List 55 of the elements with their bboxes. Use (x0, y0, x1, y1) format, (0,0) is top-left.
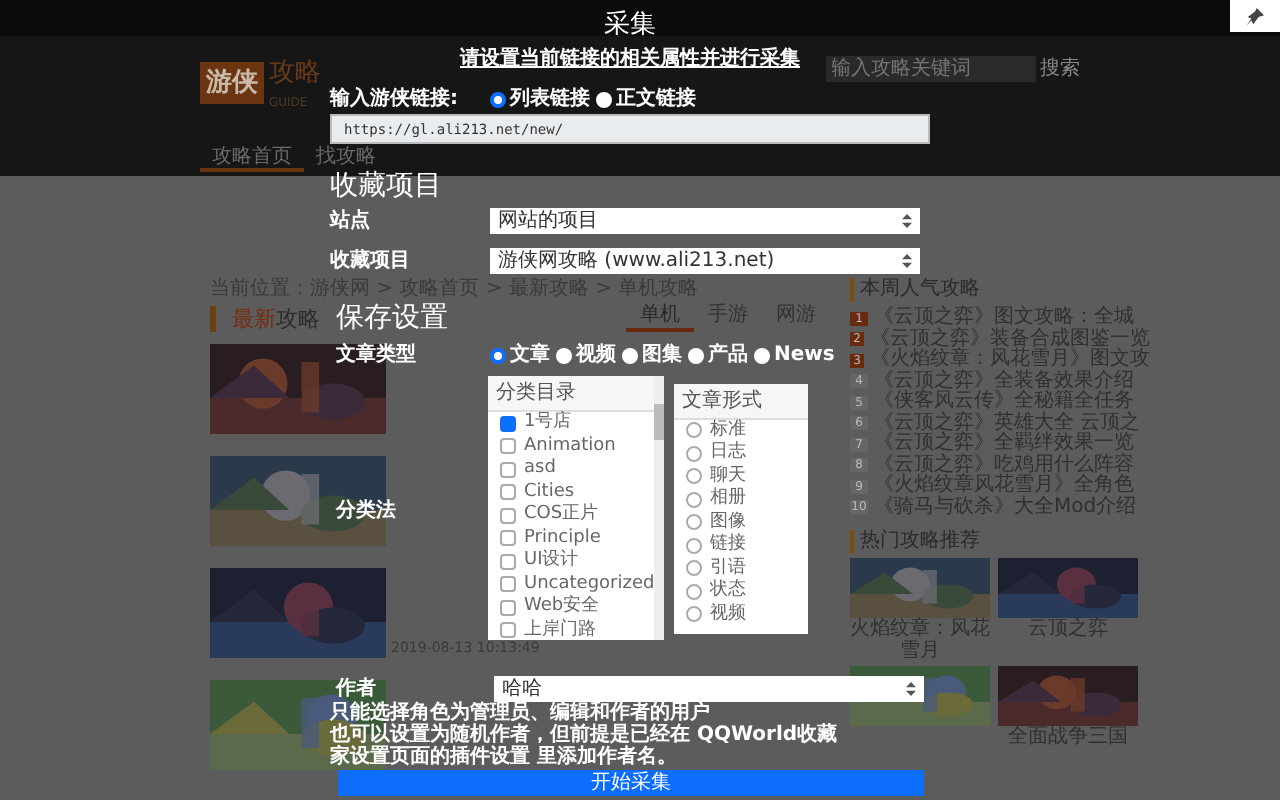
category-checkbox[interactable]: Animation (488, 435, 655, 458)
radio-option[interactable]: 正文链接 (596, 86, 696, 112)
select-field[interactable]: 网站的项目 (490, 208, 920, 234)
pin-button[interactable] (1230, 0, 1280, 32)
caret-icon (902, 254, 912, 268)
start-button[interactable]: 开始采集 (338, 769, 924, 796)
caret-icon (906, 682, 916, 696)
format-radio[interactable]: 引语 (674, 557, 808, 580)
radio-option[interactable]: 文章 (490, 342, 550, 368)
dialog-subtitle: 请设置当前链接的相关属性并进行采集 (460, 48, 800, 72)
format-radio[interactable]: 日志 (674, 442, 808, 465)
panel-header: 分类目录 (488, 376, 655, 412)
nav-tab[interactable]: 攻略首页 (200, 146, 304, 172)
field-label: 收藏项目 (330, 248, 412, 274)
section-heading: 收藏项目 (330, 170, 442, 204)
format-radio[interactable]: 状态 (674, 580, 808, 603)
format-radio[interactable]: 图像 (674, 511, 808, 534)
radio-option[interactable]: News (754, 342, 835, 368)
help-text: 也可以设置为随机作者，但前提是已经在 QQWorld收藏家设置页面的插件设置 里添加作者名。 (330, 724, 840, 768)
category-checkbox[interactable]: 上岸门路 (488, 619, 655, 642)
radio-option[interactable]: 图集 (622, 342, 682, 368)
field-label: 站点 (330, 208, 372, 234)
format-radio[interactable]: 相册 (674, 488, 808, 511)
category-checkbox[interactable]: Principle (488, 527, 655, 550)
field-label: 文章类型 (336, 342, 418, 368)
category-checkbox[interactable]: asd (488, 458, 655, 481)
pin-icon (1246, 7, 1264, 25)
format-radio[interactable]: 聊天 (674, 465, 808, 488)
select-field[interactable]: 哈哈 (494, 676, 924, 702)
category-checkbox[interactable]: Web安全 (488, 596, 655, 619)
search-field[interactable]: 输入攻略关键词 (825, 56, 1035, 82)
help-text: 只能选择角色为管理员、编辑和作者的用户 (330, 702, 712, 724)
field-label: 分类法 (336, 498, 398, 524)
search-link[interactable]: 搜索 (1040, 54, 1080, 84)
dialog-title: 采集 (602, 10, 658, 42)
section-heading: 保存设置 (336, 302, 448, 336)
radio-option[interactable]: 列表链接 (490, 86, 590, 112)
field-label: 输入游侠链接: (330, 86, 460, 112)
logo: 游侠 (200, 61, 264, 104)
caret-icon (902, 214, 912, 228)
format-radio[interactable]: 链接 (674, 534, 808, 557)
category-checkbox[interactable]: COS正片 (488, 504, 655, 527)
category-checkbox[interactable]: Uncategorized (488, 573, 655, 596)
format-radio[interactable]: 视频 (674, 603, 808, 626)
format-radio[interactable]: 标准 (674, 419, 808, 442)
field-label: 作者 (336, 676, 378, 701)
category-checkbox[interactable]: Cities (488, 481, 655, 504)
panel-header: 文章形式 (674, 383, 808, 419)
radio-option[interactable]: 产品 (688, 342, 748, 368)
nav-tab[interactable]: 找攻略 (304, 146, 388, 172)
select-field[interactable]: 游侠网攻略 (www.ali213.net) (490, 248, 920, 274)
logo-text: 攻略 (269, 56, 321, 92)
category-checkbox[interactable]: UI设计 (488, 550, 655, 573)
category-checkbox[interactable]: 1号店 (488, 412, 655, 435)
radio-option[interactable]: 视频 (556, 342, 616, 368)
